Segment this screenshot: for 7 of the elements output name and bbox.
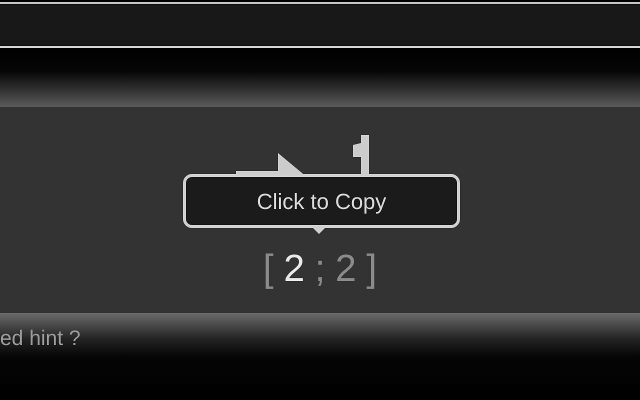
coordinate-text: 2 bbox=[335, 247, 356, 292]
tooltip-text: Click to Copy bbox=[256, 188, 386, 216]
coordinate-text: ; bbox=[314, 247, 326, 292]
hint-link[interactable]: ed hint ? bbox=[0, 327, 81, 350]
coordinate-text: [ bbox=[263, 247, 274, 292]
coordinate-text: 2 bbox=[284, 247, 305, 292]
coordinate-text: ] bbox=[366, 247, 377, 292]
